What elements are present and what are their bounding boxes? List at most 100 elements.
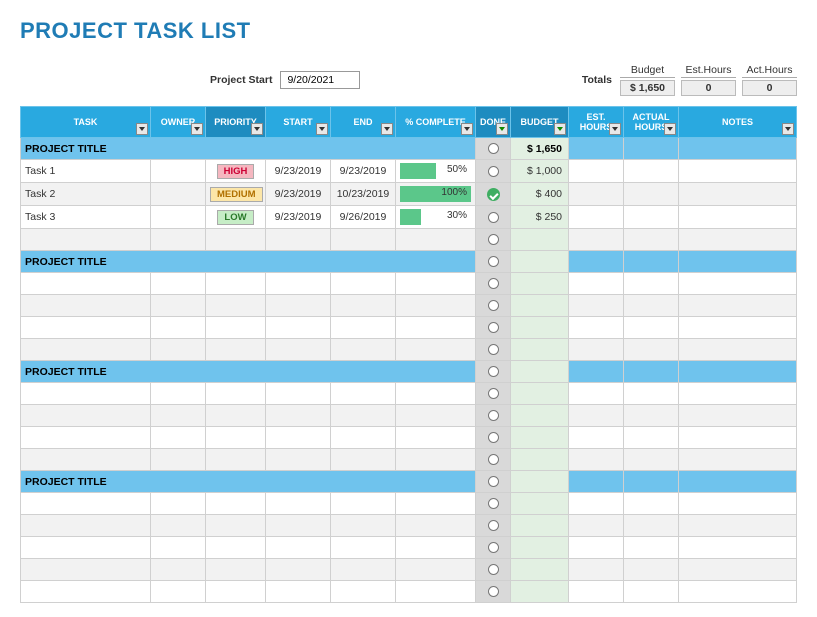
- owner-cell[interactable]: [151, 183, 206, 206]
- budget-cell[interactable]: [511, 537, 569, 559]
- done-cell[interactable]: [476, 339, 511, 361]
- done-cell[interactable]: [476, 206, 511, 229]
- budget-cell[interactable]: [511, 427, 569, 449]
- radio-icon[interactable]: [488, 432, 499, 443]
- owner-cell[interactable]: [151, 160, 206, 183]
- budget-cell[interactable]: $ 400: [511, 183, 569, 206]
- notes-cell[interactable]: [679, 183, 797, 206]
- radio-icon[interactable]: [488, 143, 499, 154]
- col-priority-header[interactable]: PRIORITY: [206, 107, 266, 138]
- task-name[interactable]: Task 3: [21, 206, 151, 229]
- filter-icon[interactable]: [461, 123, 473, 135]
- radio-icon[interactable]: [488, 586, 499, 597]
- act-cell[interactable]: [624, 160, 679, 183]
- col-task-header[interactable]: TASK: [21, 107, 151, 138]
- blank-row[interactable]: [21, 339, 797, 361]
- done-cell[interactable]: [476, 449, 511, 471]
- pct-cell[interactable]: 100%: [396, 183, 476, 206]
- blank-row[interactable]: [21, 581, 797, 603]
- blank-row[interactable]: [21, 317, 797, 339]
- act-cell[interactable]: [624, 183, 679, 206]
- col-est-header[interactable]: EST. HOURS: [569, 107, 624, 138]
- end-cell[interactable]: 9/26/2019: [331, 206, 396, 229]
- start-cell[interactable]: 9/23/2019: [266, 183, 331, 206]
- blank-row[interactable]: [21, 273, 797, 295]
- col-budget-header[interactable]: BUDGET: [511, 107, 569, 138]
- done-cell[interactable]: [476, 427, 511, 449]
- col-notes-header[interactable]: NOTES: [679, 107, 797, 138]
- filter-icon[interactable]: [554, 123, 566, 135]
- done-cell[interactable]: [476, 138, 511, 160]
- radio-icon[interactable]: [488, 234, 499, 245]
- radio-icon[interactable]: [488, 520, 499, 531]
- budget-cell[interactable]: [511, 493, 569, 515]
- done-cell[interactable]: [476, 537, 511, 559]
- radio-icon[interactable]: [488, 542, 499, 553]
- done-cell[interactable]: [476, 471, 511, 493]
- col-done-header[interactable]: DONE: [476, 107, 511, 138]
- radio-icon[interactable]: [488, 166, 499, 177]
- radio-icon[interactable]: [488, 322, 499, 333]
- budget-cell[interactable]: $ 1,000: [511, 160, 569, 183]
- notes-cell[interactable]: [679, 206, 797, 229]
- filter-icon[interactable]: [136, 123, 148, 135]
- notes-cell[interactable]: [679, 160, 797, 183]
- start-cell[interactable]: 9/23/2019: [266, 160, 331, 183]
- done-cell[interactable]: [476, 581, 511, 603]
- owner-cell[interactable]: [151, 206, 206, 229]
- blank-row[interactable]: [21, 427, 797, 449]
- done-cell[interactable]: [476, 273, 511, 295]
- radio-icon[interactable]: [488, 344, 499, 355]
- filter-icon[interactable]: [251, 123, 263, 135]
- col-act-header[interactable]: ACTUAL HOURS: [624, 107, 679, 138]
- done-cell[interactable]: [476, 515, 511, 537]
- done-cell[interactable]: [476, 251, 511, 273]
- done-cell[interactable]: [476, 559, 511, 581]
- blank-row[interactable]: [21, 537, 797, 559]
- budget-cell[interactable]: [511, 295, 569, 317]
- radio-icon[interactable]: [488, 256, 499, 267]
- start-cell[interactable]: 9/23/2019: [266, 206, 331, 229]
- filter-icon[interactable]: [664, 123, 676, 135]
- budget-cell[interactable]: [511, 581, 569, 603]
- task-name[interactable]: Task 1: [21, 160, 151, 183]
- col-owner-header[interactable]: OWNER: [151, 107, 206, 138]
- blank-row[interactable]: [21, 229, 797, 251]
- budget-cell[interactable]: [511, 515, 569, 537]
- project-start-input[interactable]: [280, 71, 360, 89]
- filter-icon[interactable]: [496, 123, 508, 135]
- budget-cell[interactable]: [511, 559, 569, 581]
- task-row[interactable]: Task 1HIGH9/23/20199/23/201950%$ 1,000: [21, 160, 797, 183]
- filter-icon[interactable]: [381, 123, 393, 135]
- est-cell[interactable]: [569, 160, 624, 183]
- end-cell[interactable]: 9/23/2019: [331, 160, 396, 183]
- task-row[interactable]: Task 2 MEDIUM9/23/201910/23/2019100% $ 400: [21, 183, 797, 206]
- task-name[interactable]: Task 2: [21, 183, 151, 206]
- done-cell[interactable]: [476, 229, 511, 251]
- est-cell[interactable]: [569, 206, 624, 229]
- radio-icon[interactable]: [488, 366, 499, 377]
- done-cell[interactable]: [476, 295, 511, 317]
- done-cell[interactable]: [476, 160, 511, 183]
- blank-row[interactable]: [21, 559, 797, 581]
- done-cell[interactable]: [476, 383, 511, 405]
- blank-row[interactable]: [21, 449, 797, 471]
- radio-icon[interactable]: [488, 388, 499, 399]
- budget-cell[interactable]: $ 250: [511, 206, 569, 229]
- col-end-header[interactable]: END: [331, 107, 396, 138]
- radio-icon[interactable]: [488, 212, 499, 223]
- end-cell[interactable]: 10/23/2019: [331, 183, 396, 206]
- budget-cell[interactable]: [511, 273, 569, 295]
- blank-row[interactable]: [21, 383, 797, 405]
- blank-row[interactable]: [21, 405, 797, 427]
- priority-cell[interactable]: MEDIUM: [206, 183, 266, 206]
- blank-row[interactable]: [21, 493, 797, 515]
- filter-icon[interactable]: [609, 123, 621, 135]
- budget-cell[interactable]: [511, 383, 569, 405]
- budget-cell[interactable]: [511, 229, 569, 251]
- blank-row[interactable]: [21, 515, 797, 537]
- budget-cell[interactable]: [511, 449, 569, 471]
- blank-row[interactable]: [21, 295, 797, 317]
- col-start-header[interactable]: START: [266, 107, 331, 138]
- budget-cell[interactable]: [511, 317, 569, 339]
